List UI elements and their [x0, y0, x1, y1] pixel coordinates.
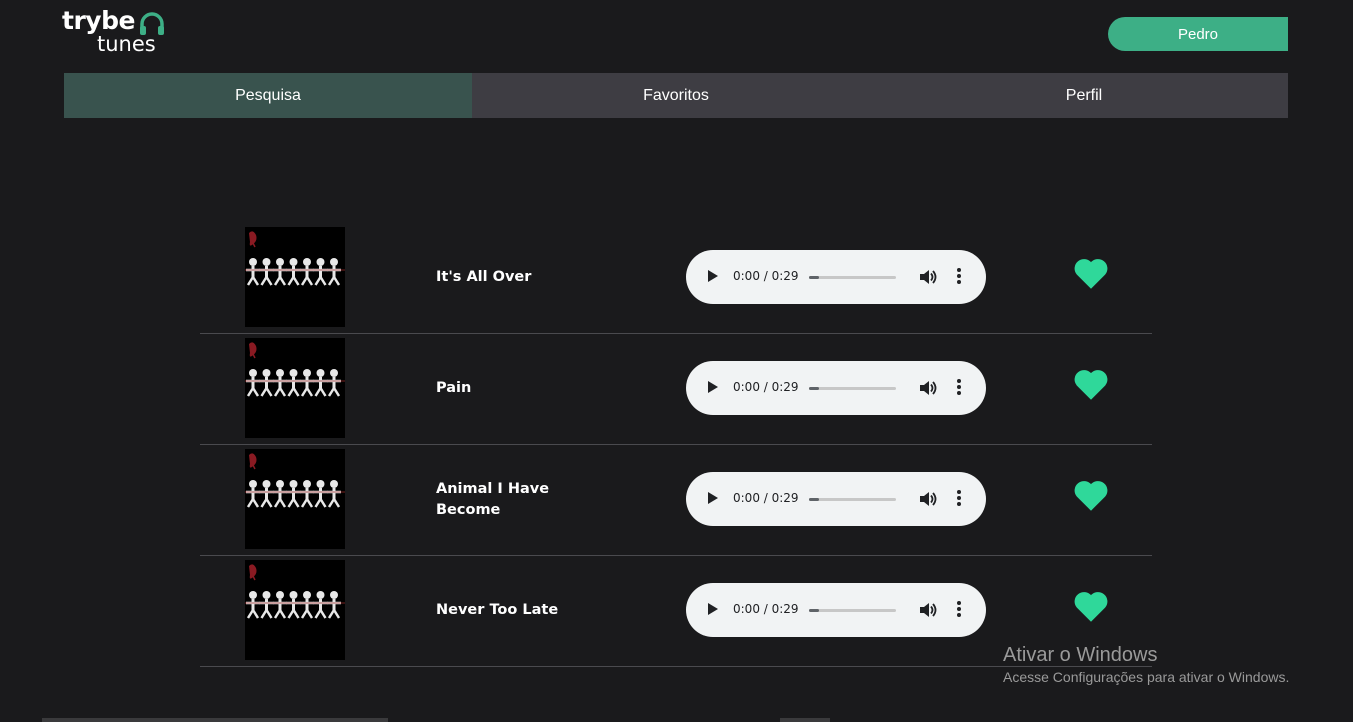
- windows-activation-subtitle: Acesse Configurações para ativar o Windo…: [1003, 669, 1290, 685]
- tab-pesquisa[interactable]: Pesquisa: [64, 73, 472, 118]
- tab-label: Perfil: [1065, 86, 1103, 104]
- user-name: Pedro: [1177, 25, 1219, 43]
- progress-slider[interactable]: [809, 387, 896, 390]
- album-cover-image: [245, 338, 345, 438]
- time-display: 0:00 / 0:29: [733, 602, 799, 616]
- favorite-heart-icon[interactable]: [1074, 259, 1108, 289]
- audio-player[interactable]: 0:00 / 0:29: [686, 250, 986, 304]
- main-nav-tabs: Pesquisa Favoritos Perfil: [64, 73, 1288, 118]
- more-options-icon[interactable]: [956, 379, 962, 397]
- play-icon[interactable]: [708, 381, 718, 393]
- track-title: Animal I Have Become: [436, 480, 550, 518]
- favorite-heart-icon[interactable]: [1074, 370, 1108, 400]
- play-icon[interactable]: [708, 270, 718, 282]
- track-row: Animal I Have Become 0:00 / 0:29: [200, 444, 1152, 556]
- audio-player[interactable]: 0:00 / 0:29: [686, 472, 986, 526]
- more-options-icon[interactable]: [956, 490, 962, 508]
- tab-label: Favoritos: [643, 86, 709, 104]
- volume-icon[interactable]: [918, 490, 938, 508]
- time-display: 0:00 / 0:29: [733, 491, 799, 505]
- horizontal-scrollbar-thumb[interactable]: [780, 718, 830, 722]
- logo-text-tunes: tunes: [97, 32, 156, 56]
- more-options-icon[interactable]: [956, 601, 962, 619]
- time-display: 0:00 / 0:29: [733, 380, 799, 394]
- logo-text-trybe: trybe: [62, 6, 135, 35]
- track-title: Pain: [436, 380, 472, 396]
- track-row: Pain 0:00 / 0:29: [200, 333, 1152, 445]
- volume-icon[interactable]: [918, 601, 938, 619]
- more-options-icon[interactable]: [956, 268, 962, 286]
- track-title: Never Too Late: [436, 602, 559, 618]
- progress-fill: [809, 387, 819, 390]
- album-cover-image: [245, 227, 345, 327]
- play-icon[interactable]: [708, 603, 718, 615]
- time-display: 0:00 / 0:29: [733, 269, 799, 283]
- progress-fill: [809, 609, 819, 612]
- windows-activation-title: Ativar o Windows: [1003, 644, 1158, 666]
- horizontal-scrollbar[interactable]: [42, 718, 388, 722]
- progress-slider[interactable]: [809, 276, 896, 279]
- tab-perfil[interactable]: Perfil: [880, 73, 1288, 118]
- play-icon[interactable]: [708, 492, 718, 504]
- album-cover-image: [245, 449, 345, 549]
- tab-label: Pesquisa: [235, 86, 301, 104]
- favorite-heart-icon[interactable]: [1074, 592, 1108, 622]
- volume-icon[interactable]: [918, 268, 938, 286]
- audio-player[interactable]: 0:00 / 0:29: [686, 361, 986, 415]
- audio-player[interactable]: 0:00 / 0:29: [686, 583, 986, 637]
- volume-icon[interactable]: [918, 379, 938, 397]
- tab-favoritos[interactable]: Favoritos: [472, 73, 880, 118]
- favorite-heart-icon[interactable]: [1074, 481, 1108, 511]
- user-profile-button[interactable]: Pedro: [1108, 17, 1288, 51]
- trybe-tunes-logo: trybe tunes: [62, 6, 172, 56]
- progress-fill: [809, 498, 819, 501]
- track-title: It's All Over: [436, 269, 532, 285]
- progress-fill: [809, 276, 819, 279]
- progress-slider[interactable]: [809, 498, 896, 501]
- album-cover-image: [245, 560, 345, 660]
- progress-slider[interactable]: [809, 609, 896, 612]
- track-row: It's All Over 0:00 / 0:29: [200, 222, 1152, 334]
